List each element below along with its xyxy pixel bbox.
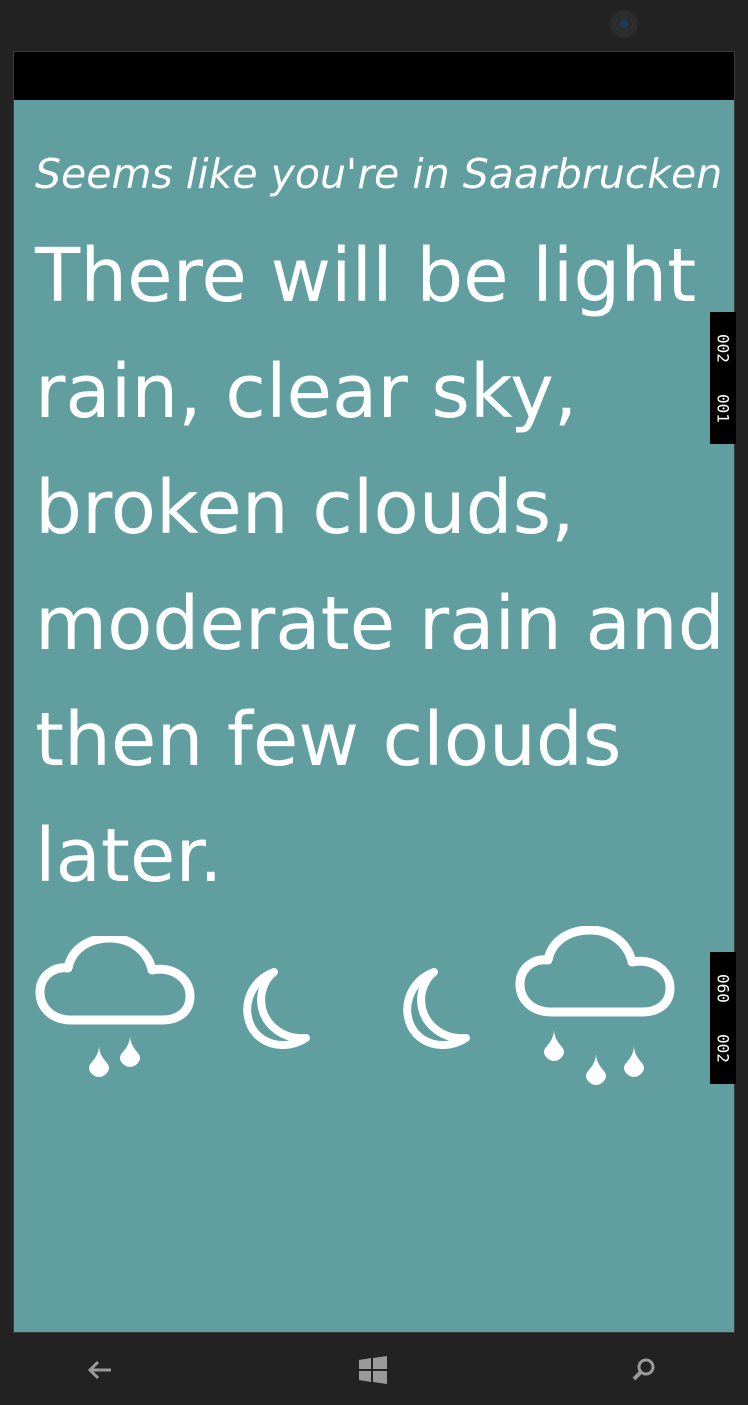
device-screen: Seems like you're in Saarbrucken There w…: [13, 51, 735, 1333]
windows-logo-icon: [359, 1356, 387, 1384]
location-label: Seems like you're in Saarbrucken: [35, 150, 723, 198]
debug-tag-value: 002: [713, 1033, 733, 1063]
debug-tag-value: 060: [713, 973, 733, 1003]
search-icon: [632, 1358, 655, 1381]
search-button[interactable]: [624, 1352, 664, 1388]
front-camera: [610, 10, 638, 38]
weather-app: Seems like you're in Saarbrucken There w…: [14, 100, 734, 1332]
cloud-rain-icon: [35, 936, 195, 1077]
navigation-bar: [0, 1334, 748, 1405]
debug-tag-value: 001: [713, 393, 733, 423]
forecast-text: There will be light rain, clear sky, bro…: [35, 233, 725, 899]
moon-icon: [403, 968, 470, 1050]
moon-icon: [243, 968, 310, 1050]
back-arrow-icon: [87, 1360, 111, 1380]
debug-tag-value: 002: [713, 333, 733, 363]
home-button[interactable]: [353, 1352, 393, 1388]
weather-icons-row: [14, 926, 734, 1086]
cloud-heavy-rain-icon: [515, 926, 675, 1085]
debug-tag: 060 002: [710, 952, 736, 1084]
back-button[interactable]: [80, 1352, 120, 1388]
status-bar: [14, 52, 734, 100]
debug-tag: 002 001: [710, 312, 736, 444]
